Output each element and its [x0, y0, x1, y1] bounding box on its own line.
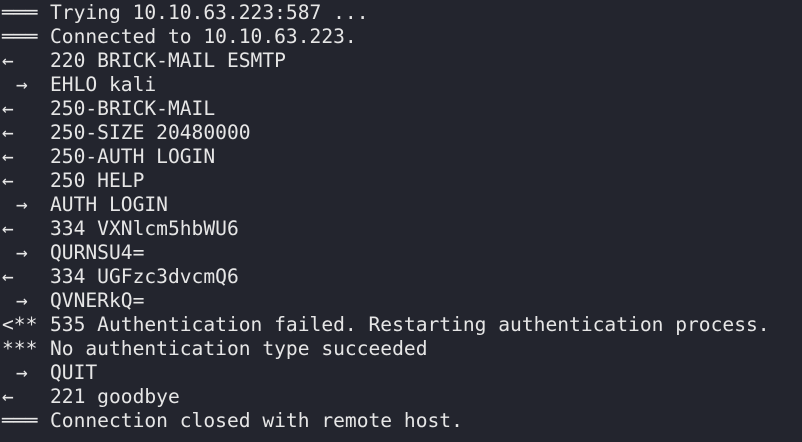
line-text: 221 goodbye [50, 385, 180, 408]
line-server-greeting: ← 220 BRICK-MAIL ESMTP [2, 49, 802, 73]
error-marker: <** [2, 313, 38, 336]
line-text: 250 HELP [50, 169, 145, 192]
line-text: 220 BRICK-MAIL ESMTP [50, 49, 286, 72]
receive-arrow-icon: ← [2, 169, 14, 192]
line-server-goodbye: ← 221 goodbye [2, 385, 802, 409]
line-text: AUTH LOGIN [50, 193, 168, 216]
line-trying: ═══ Trying 10.10.63.223:587 ... [2, 1, 802, 25]
line-client-ehlo: → EHLO kali [2, 73, 802, 97]
line-server-response: ← 250-SIZE 20480000 [2, 121, 802, 145]
error-marker: *** [2, 337, 38, 360]
line-server-response: ← 250-BRICK-MAIL [2, 97, 802, 121]
receive-arrow-icon: ← [2, 97, 14, 120]
receive-arrow-icon: ← [2, 265, 14, 288]
info-marker: ═══ [2, 25, 38, 48]
receive-arrow-icon: ← [2, 145, 14, 168]
send-arrow-icon: → [16, 289, 28, 312]
line-connection-closed: ═══ Connection closed with remote host. [2, 409, 802, 433]
line-server-response: ← 334 UGFzc3dvcmQ6 [2, 265, 802, 289]
line-text: Connected to 10.10.63.223. [50, 25, 357, 48]
line-text: EHLO kali [50, 73, 157, 96]
send-arrow-icon: → [16, 193, 28, 216]
line-client-quit: → QUIT [2, 361, 802, 385]
info-marker: ═══ [2, 1, 38, 24]
line-server-response: ← 250-AUTH LOGIN [2, 145, 802, 169]
line-text: 334 VXNlcm5hbWU6 [50, 217, 239, 240]
line-server-response: ← 250 HELP [2, 169, 802, 193]
line-text: 250-BRICK-MAIL [50, 97, 216, 120]
line-text: 250-AUTH LOGIN [50, 145, 216, 168]
receive-arrow-icon: ← [2, 49, 14, 72]
line-auth-failed: <** 535 Authentication failed. Restarting… [2, 313, 802, 337]
send-arrow-icon: → [16, 241, 28, 264]
line-client-auth: → AUTH LOGIN [2, 193, 802, 217]
line-text: No authentication type succeeded [50, 337, 428, 360]
line-text: Connection closed with remote host. [50, 409, 463, 432]
line-text: Trying 10.10.63.223:587 ... [50, 1, 369, 24]
line-text: QVNERkQ= [50, 289, 145, 312]
line-text: QUIT [50, 361, 98, 384]
receive-arrow-icon: ← [2, 121, 14, 144]
line-text: 250-SIZE 20480000 [50, 121, 251, 144]
line-text: 535 Authentication failed. Restarting au… [50, 313, 770, 336]
line-auth-none: *** No authentication type succeeded [2, 337, 802, 361]
terminal-output: ═══ Trying 10.10.63.223:587 ... ═══ Connec… [0, 0, 802, 442]
send-arrow-icon: → [16, 361, 28, 384]
line-server-response: ← 334 VXNlcm5hbWU6 [2, 217, 802, 241]
send-arrow-icon: → [16, 73, 28, 96]
info-marker: ═══ [2, 409, 38, 432]
line-connected: ═══ Connected to 10.10.63.223. [2, 25, 802, 49]
line-text: QURNSU4= [50, 241, 145, 264]
line-client-username: → QURNSU4= [2, 241, 802, 265]
receive-arrow-icon: ← [2, 385, 14, 408]
line-text: 334 UGFzc3dvcmQ6 [50, 265, 239, 288]
line-client-password: → QVNERkQ= [2, 289, 802, 313]
receive-arrow-icon: ← [2, 217, 14, 240]
